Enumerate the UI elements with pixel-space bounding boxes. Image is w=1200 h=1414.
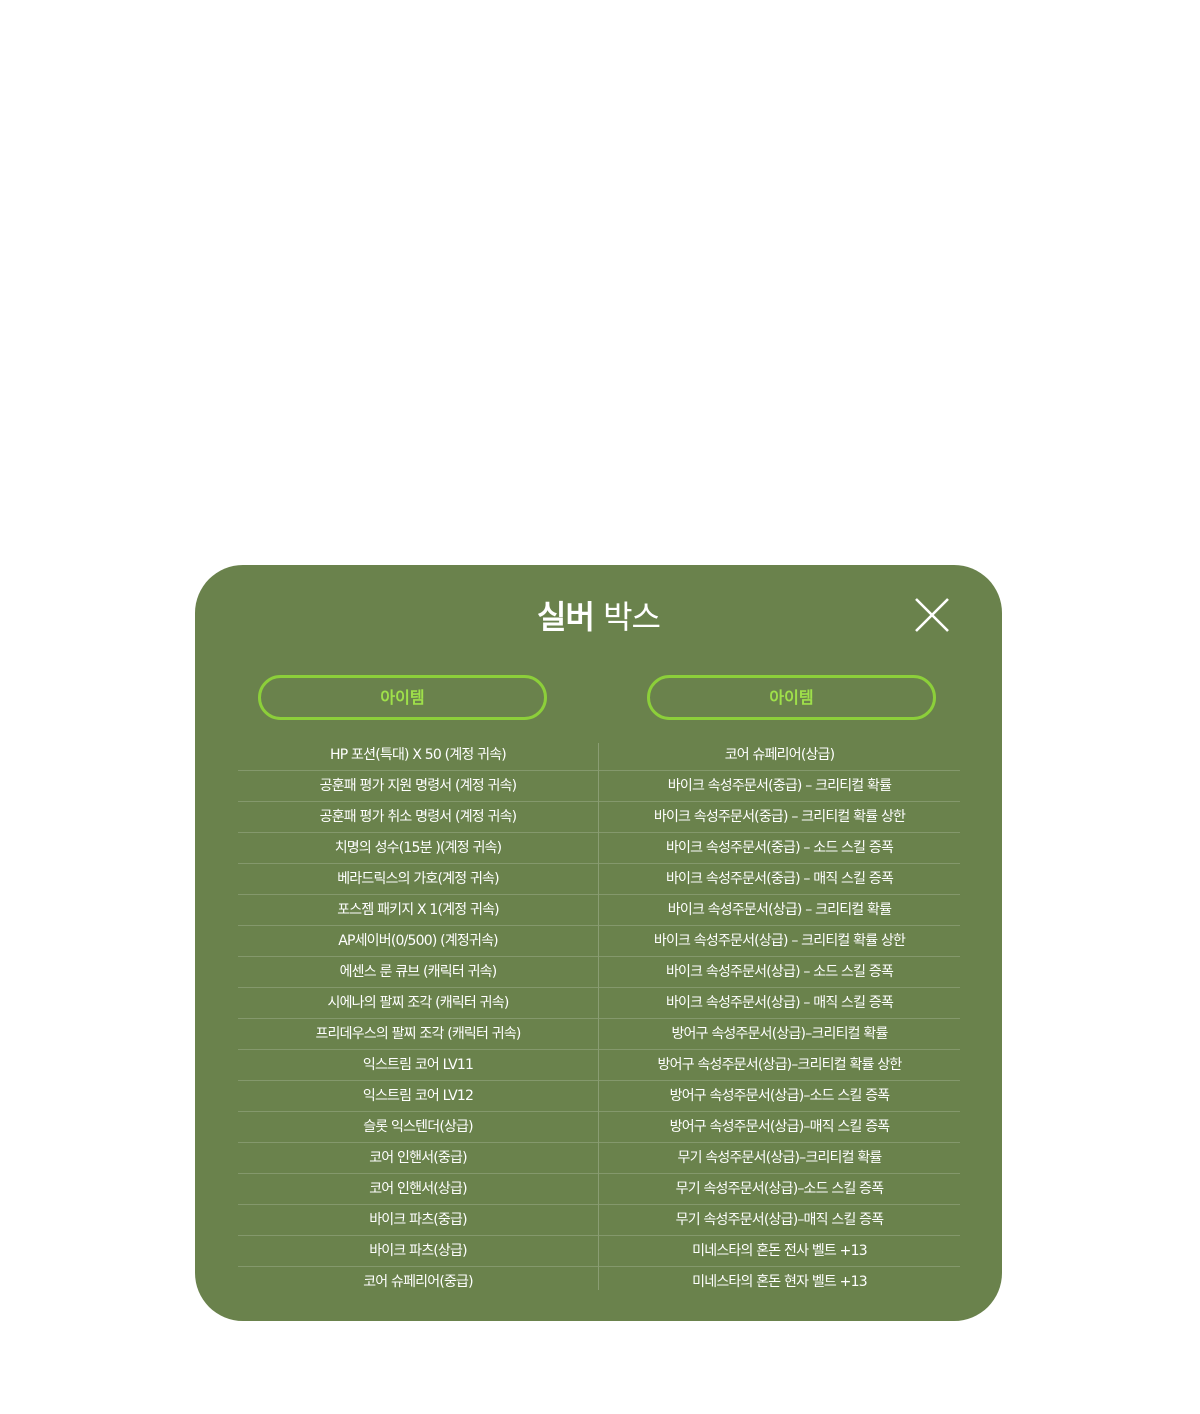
silver-box-modal: 실버 박스 아이템 아이템 HP 포션(특대) X 50 (계정 귀속) 공훈패 … [195, 565, 1002, 1321]
modal-title-light: 박스 [603, 598, 661, 636]
list-item: 치명의 성수(15분 )(계정 귀속) [238, 833, 598, 864]
list-item: 바이크 파츠(중급) [238, 1205, 598, 1236]
list-item: 바이크 속성주문서(중급) – 소드 스킬 증폭 [599, 833, 960, 864]
list-item: 바이크 속성주문서(상급) – 크리티컬 확률 [599, 895, 960, 926]
list-item: 방어구 속성주문서(상급)–크리티컬 확률 [599, 1019, 960, 1050]
modal-title-bold: 실버 [537, 598, 595, 636]
list-item: 에센스 룬 큐브 (캐릭터 귀속) [238, 957, 598, 988]
item-list-left: HP 포션(특대) X 50 (계정 귀속) 공훈패 평가 지원 명령서 (계정 … [238, 740, 598, 1298]
modal-title: 실버 박스 [195, 597, 1002, 637]
list-item: 바이크 속성주문서(상급) – 소드 스킬 증폭 [599, 957, 960, 988]
list-item: 무기 속성주문서(상급)–매직 스킬 증폭 [599, 1205, 960, 1236]
item-list-right: 코어 슈페리어(상급) 바이크 속성주문서(중급) – 크리티컬 확률 바이크 속성… [599, 740, 960, 1298]
list-item: AP세이버(0/500) (계정귀속) [238, 926, 598, 957]
list-item: 프리데우스의 팔찌 조각 (캐릭터 귀속) [238, 1019, 598, 1050]
list-item: 바이크 속성주문서(상급) – 매직 스킬 증폭 [599, 988, 960, 1019]
list-item: 미네스타의 혼돈 현자 벨트 +13 [692, 1274, 867, 1290]
list-item: 바이크 속성주문서(중급) – 크리티컬 확률 상한 [599, 802, 960, 833]
list-item: 방어구 속성주문서(상급)–소드 스킬 증폭 [599, 1081, 960, 1112]
list-item: 미네스타의 혼돈 전사 벨트 +13 [599, 1236, 960, 1267]
list-item: 바이크 파츠(상급) [238, 1236, 598, 1267]
close-icon [915, 598, 949, 632]
list-item: 공훈패 평가 취소 명령서 (계정 귀속) [238, 802, 598, 833]
list-item: 바이크 속성주문서(중급) – 매직 스킬 증폭 [599, 864, 960, 895]
list-item: 포스젬 패키지 X 1(계정 귀속) [238, 895, 598, 926]
list-item: 코어 슈페리어(중급) [363, 1274, 473, 1290]
list-item: 공훈패 평가 지원 명령서 (계정 귀속) [238, 771, 598, 802]
list-item: 바이크 속성주문서(상급) – 크리티컬 확률 상한 [599, 926, 960, 957]
list-item: HP 포션(특대) X 50 (계정 귀속) [238, 740, 598, 771]
close-button[interactable] [914, 597, 950, 633]
list-item: 베라드릭스의 가호(계정 귀속) [238, 864, 598, 895]
list-item: 무기 속성주문서(상급)–크리티컬 확률 [599, 1143, 960, 1174]
list-item: 익스트림 코어 LV11 [238, 1050, 598, 1081]
column-header-right: 아이템 [647, 675, 936, 720]
list-item: 시에나의 팔찌 조각 (캐릭터 귀속) [238, 988, 598, 1019]
list-item: 방어구 속성주문서(상급)–크리티컬 확률 상한 [599, 1050, 960, 1081]
list-item: 방어구 속성주문서(상급)–매직 스킬 증폭 [599, 1112, 960, 1143]
column-header-left: 아이템 [258, 675, 547, 720]
list-item: 바이크 속성주문서(중급) – 크리티컬 확률 [599, 771, 960, 802]
list-item: 코어 인핸서(상급) [238, 1174, 598, 1205]
list-item: 코어 슈페리어(상급) [599, 740, 960, 771]
list-item: 무기 속성주문서(상급)–소드 스킬 증폭 [599, 1174, 960, 1205]
list-item: 슬롯 익스텐더(상급) [238, 1112, 598, 1143]
list-item: 익스트림 코어 LV12 [238, 1081, 598, 1112]
list-item: 코어 인핸서(중급) [238, 1143, 598, 1174]
